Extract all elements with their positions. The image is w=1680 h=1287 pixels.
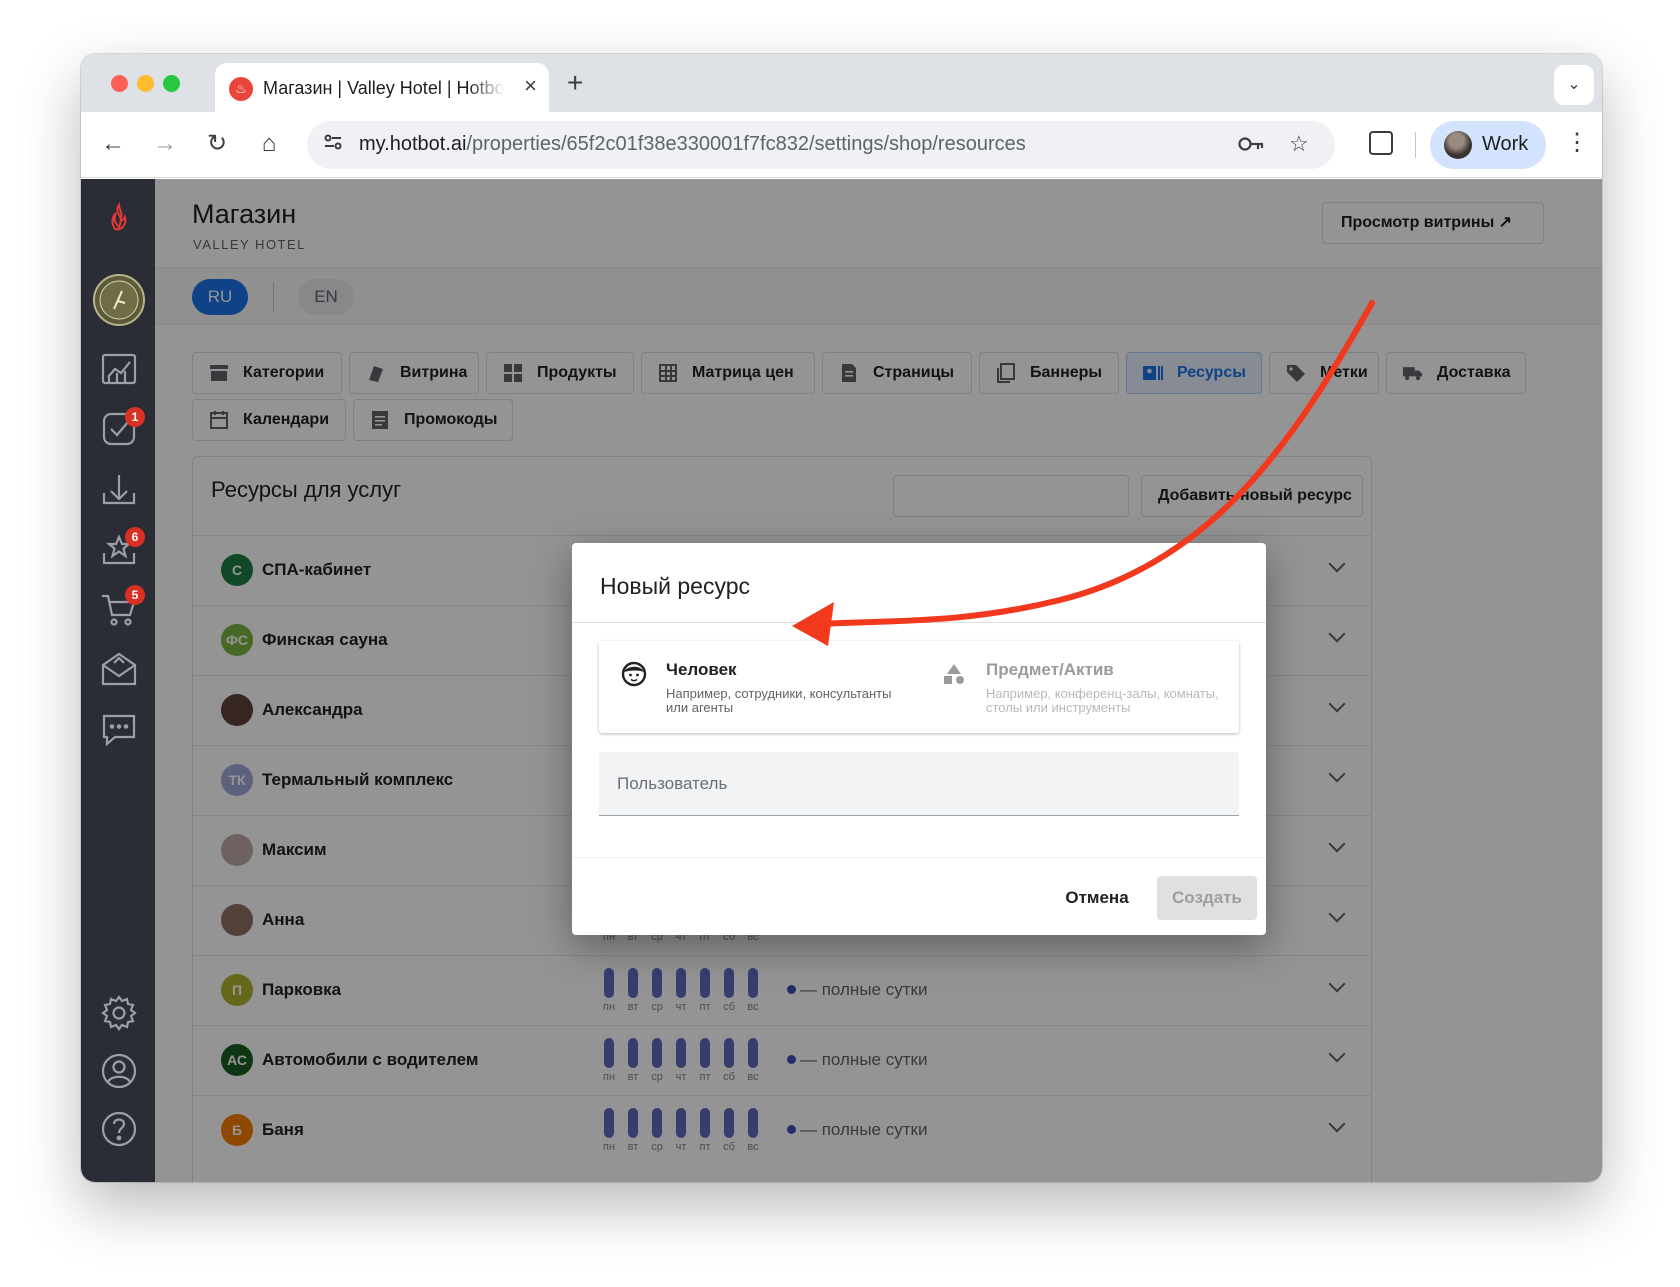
hotbot-logo-icon[interactable]	[99, 197, 139, 237]
back-arrow-icon[interactable]: ←	[95, 126, 131, 162]
bookmark-star-icon[interactable]: ☆	[1289, 131, 1309, 157]
dialog-title: Новый ресурс	[600, 573, 751, 599]
minimize-window-button[interactable]	[137, 75, 154, 92]
new-resource-dialog: Новый ресурс Человек Например, сотрудник…	[572, 543, 1266, 935]
browser-window: ♨ Магазин | Valley Hotel | Hotbot × + ⌄ …	[81, 54, 1602, 1182]
option-person-description: Например, сотрудники, консультанты или а…	[666, 686, 892, 715]
password-key-icon[interactable]	[1237, 131, 1265, 163]
main-content: Магазин VALLEY HOTEL Просмотр витрины ↗ …	[155, 179, 1602, 1182]
dialog-divider	[572, 622, 1266, 623]
account-user-icon[interactable]	[99, 1051, 139, 1091]
dialog-footer-divider	[572, 857, 1266, 858]
tab-close-icon[interactable]: ×	[524, 73, 537, 99]
person-face-icon	[621, 661, 647, 687]
settings-gear-icon[interactable]	[99, 993, 139, 1033]
tasks-badge: 1	[125, 407, 145, 427]
maximize-window-button[interactable]	[163, 75, 180, 92]
tab-strip: ♨ Магазин | Valley Hotel | Hotbot × + ⌄	[81, 54, 1602, 112]
option-asset-label: Предмет/Актив	[986, 660, 1114, 679]
user-field	[599, 752, 1239, 816]
profile-button[interactable]: Work	[1430, 121, 1546, 169]
option-person[interactable]: Человек Например, сотрудники, консультан…	[599, 641, 919, 733]
property-avatar[interactable]	[92, 273, 146, 327]
url-text[interactable]: my.hotbot.ai/properties/65f2c01f38e33000…	[359, 133, 1026, 156]
option-asset[interactable]: Предмет/Актив Например, конференц-залы, …	[919, 641, 1239, 733]
browser-menu-icon[interactable]: ⋮	[1565, 128, 1589, 157]
toolbar-divider	[1415, 132, 1416, 158]
analytics-chart-icon[interactable]	[99, 349, 139, 389]
mail-upload-icon[interactable]	[99, 649, 139, 689]
cancel-button[interactable]: Отмена	[1052, 877, 1142, 919]
help-question-icon[interactable]	[99, 1109, 139, 1149]
address-bar[interactable]: my.hotbot.ai/properties/65f2c01f38e33000…	[307, 121, 1335, 169]
option-asset-description: Например, конференц-залы, комнаты, столы…	[986, 686, 1219, 715]
profile-name: Work	[1482, 133, 1529, 155]
orders-badge: 5	[125, 585, 145, 605]
asset-shapes-icon	[944, 664, 964, 684]
url-path: /properties/65f2c01f38e330001f7fc832/set…	[466, 133, 1026, 155]
resource-type-toggle: Человек Например, сотрудники, консультан…	[599, 641, 1239, 733]
sidebar: 1 6 5	[81, 179, 155, 1182]
hotbot-favicon-icon: ♨	[229, 77, 253, 101]
forward-arrow-icon[interactable]: →	[147, 126, 183, 162]
home-icon[interactable]: ⌂	[251, 126, 287, 162]
close-window-button[interactable]	[111, 75, 128, 92]
profile-avatar	[1444, 131, 1472, 159]
extensions-puzzle-icon[interactable]	[1369, 131, 1393, 155]
tab-search-button[interactable]: ⌄	[1554, 65, 1594, 105]
reload-icon[interactable]: ↻	[199, 126, 235, 162]
create-button[interactable]: Создать	[1157, 876, 1257, 920]
site-settings-icon[interactable]	[319, 131, 347, 159]
app-root: 1 6 5 Магазин VALLEY HOTEL Просмотр витр…	[81, 179, 1602, 1182]
option-person-label: Человек	[666, 660, 737, 679]
browser-tab-active[interactable]: ♨ Магазин | Valley Hotel | Hotbot ×	[215, 63, 549, 112]
user-input[interactable]	[599, 752, 1239, 815]
new-tab-button[interactable]: +	[567, 67, 583, 99]
inbox-download-icon[interactable]	[99, 469, 139, 509]
tab-title: Магазин | Valley Hotel | Hotbot	[263, 78, 505, 98]
chat-bubble-icon[interactable]	[99, 709, 139, 749]
browser-toolbar: ← → ↻ ⌂ my.hotbot.ai/properties/65f2c01f…	[81, 112, 1602, 178]
url-host: my.hotbot.ai	[359, 133, 467, 155]
reviews-badge: 6	[125, 527, 145, 547]
